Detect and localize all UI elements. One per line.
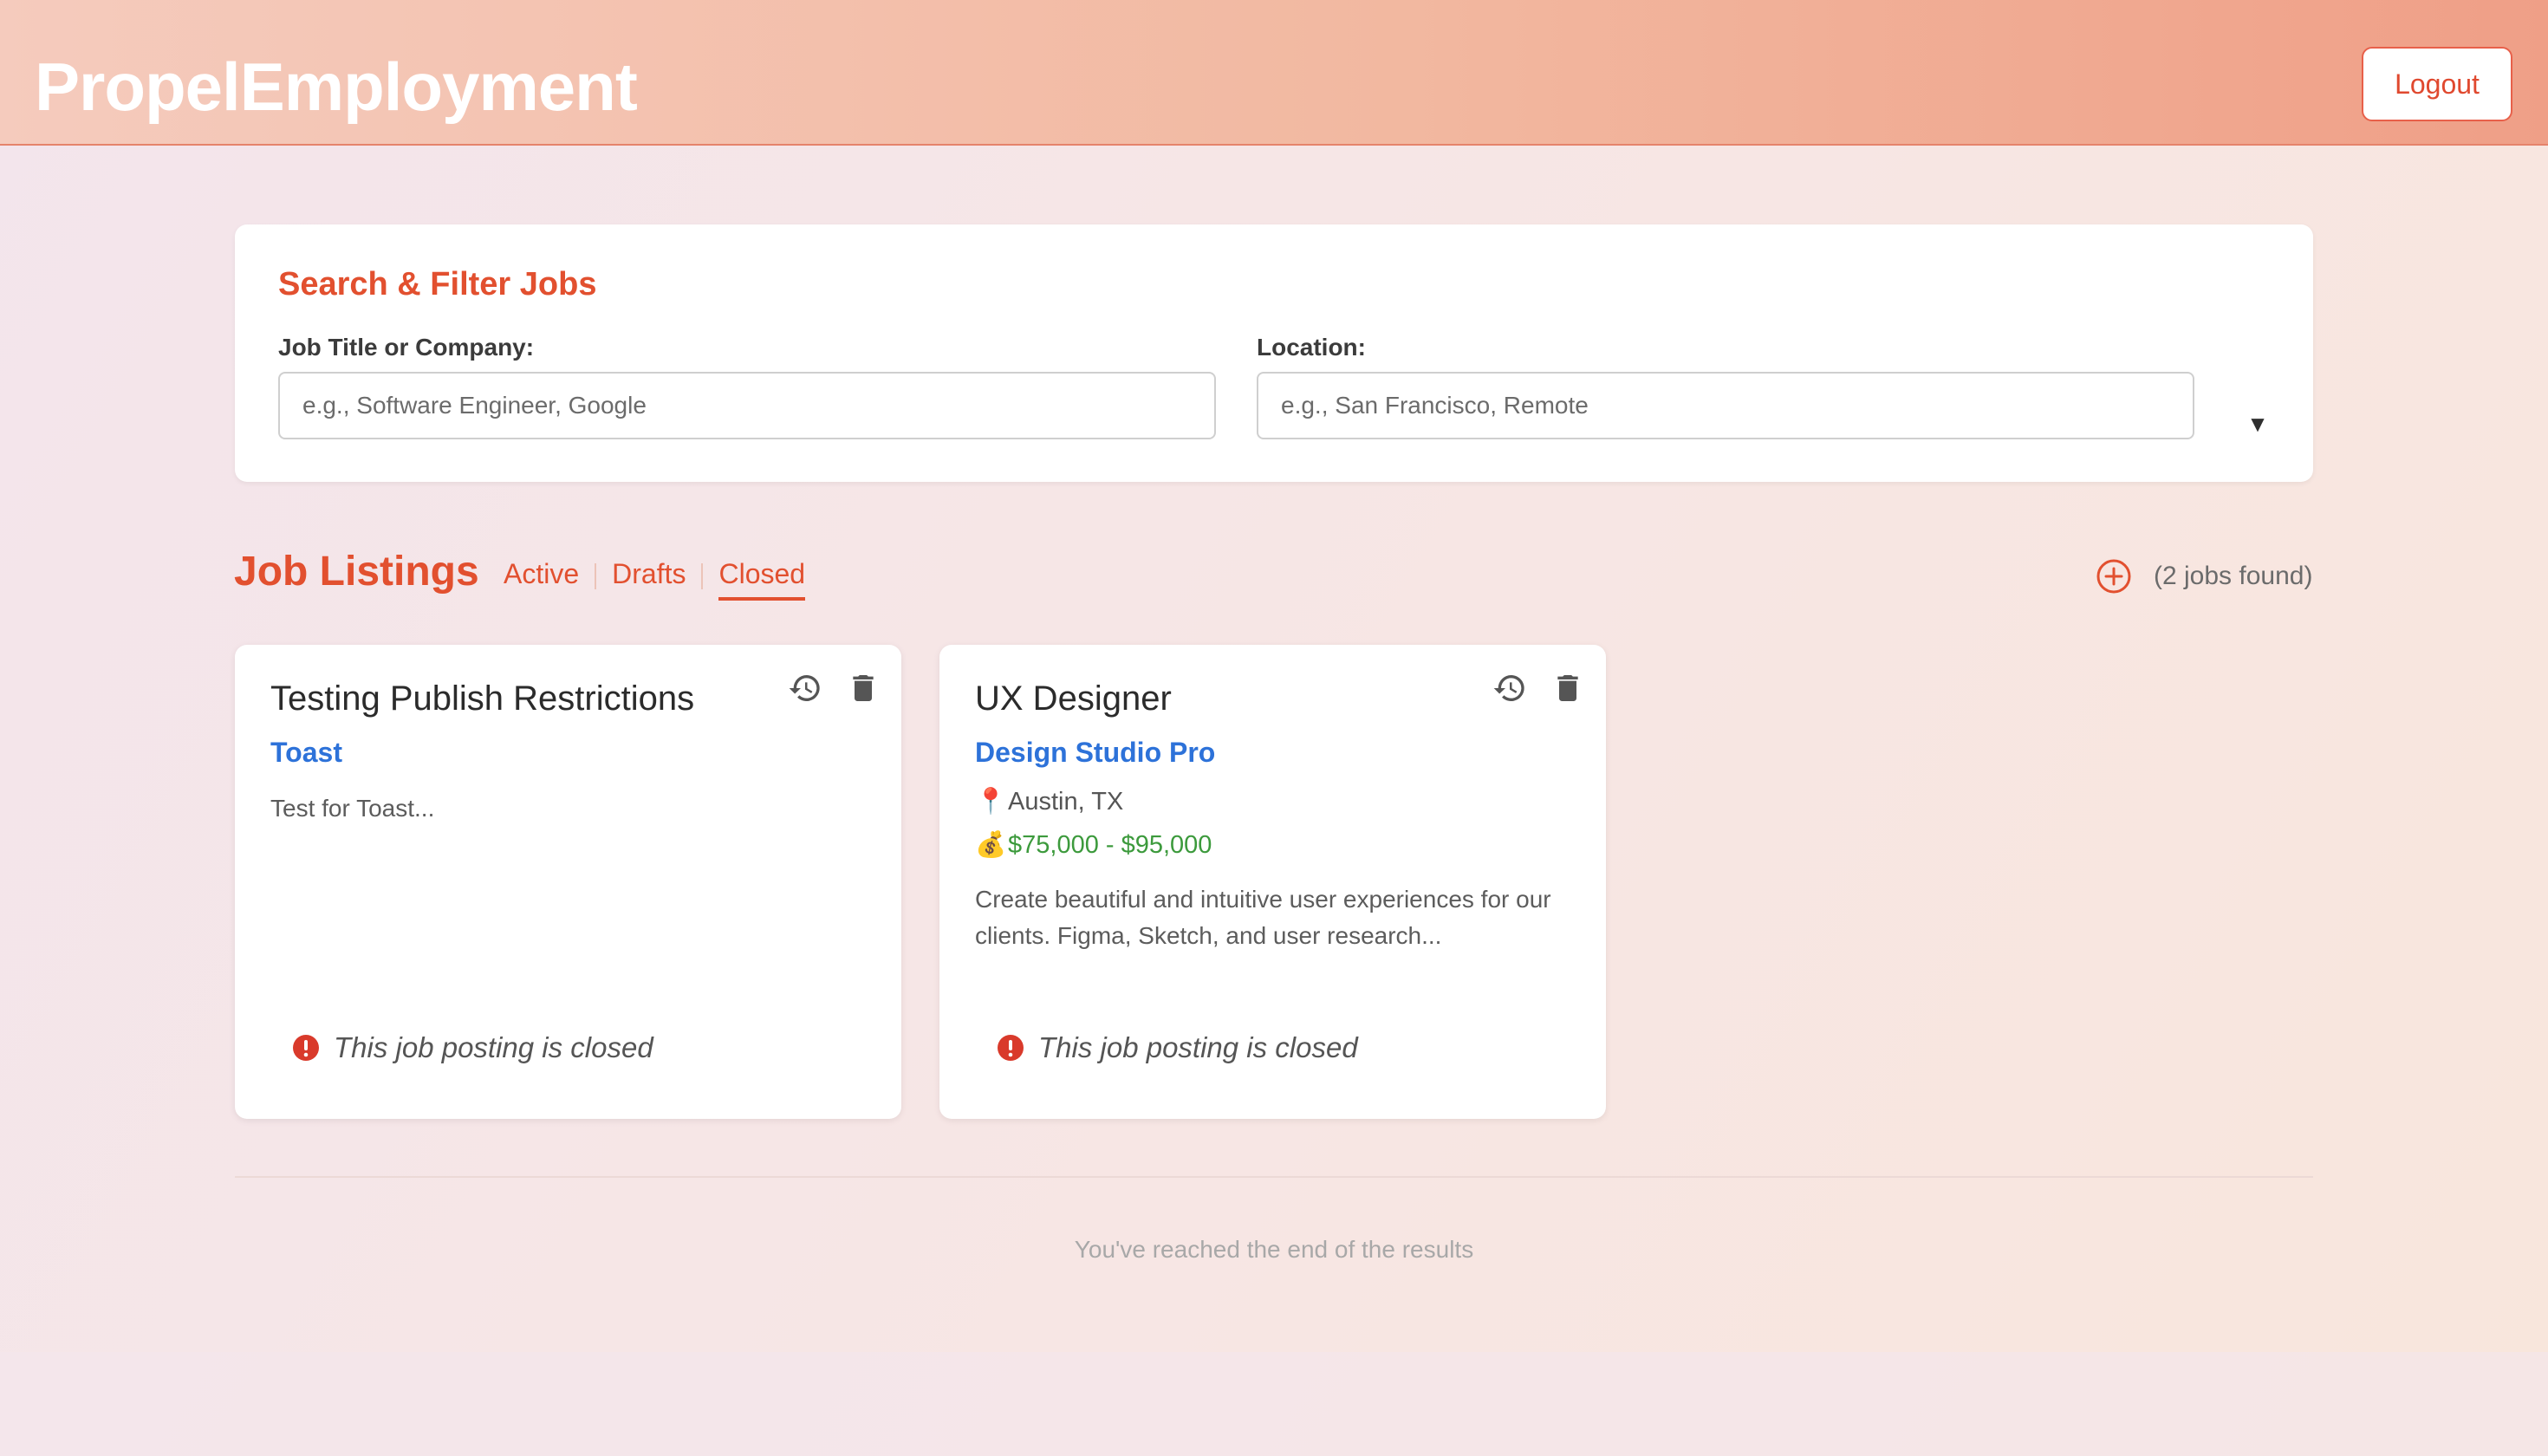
closed-status-notice: This job posting is closed: [997, 1031, 1358, 1064]
restore-history-icon[interactable]: [788, 671, 822, 705]
search-filter-panel: Search & Filter Jobs Job Title or Compan…: [235, 224, 2313, 482]
job-salary-text: $75,000 - $95,000: [1008, 830, 1212, 859]
job-card[interactable]: UX Designer Design Studio Pro 📍 Austin, …: [939, 645, 1606, 1119]
job-salary: 💰 $75,000 - $95,000: [975, 830, 1212, 860]
job-location-text: Austin, TX: [1008, 787, 1124, 816]
app-header: PropelEmployment Logout: [0, 0, 2548, 146]
delete-trash-icon[interactable]: [846, 671, 881, 705]
job-title-label: Job Title or Company:: [278, 334, 535, 361]
end-of-results-text: You've reached the end of the results: [1074, 1236, 1474, 1263]
job-listings-title: Job Listings: [234, 549, 479, 595]
job-company-link[interactable]: Toast: [270, 737, 342, 769]
job-card[interactable]: Testing Publish Restrictions Toast Test …: [235, 645, 901, 1119]
jobs-found-count: (2 jobs found): [2154, 562, 2313, 590]
delete-trash-icon[interactable]: [1550, 671, 1585, 705]
brand-logo[interactable]: PropelEmployment: [35, 45, 638, 128]
page-bottom-band: [0, 1352, 2548, 1456]
job-title[interactable]: Testing Publish Restrictions: [270, 679, 694, 718]
search-panel-title: Search & Filter Jobs: [278, 266, 597, 302]
tab-drafts[interactable]: Drafts: [612, 558, 686, 597]
tab-active[interactable]: Active: [504, 558, 579, 597]
closed-status-notice: This job posting is closed: [292, 1031, 653, 1064]
results-divider: [235, 1176, 2313, 1178]
restore-history-icon[interactable]: [1492, 671, 1527, 705]
logout-button[interactable]: Logout: [2362, 47, 2512, 121]
job-description: Test for Toast...: [270, 795, 435, 822]
location-label: Location:: [1257, 334, 1366, 361]
alert-circle-icon: [293, 1035, 319, 1061]
status-tabs: Active Drafts Closed: [504, 558, 806, 601]
location-pin-icon: 📍: [975, 788, 1007, 816]
add-job-icon[interactable]: [2096, 558, 2132, 595]
closed-status-text: This job posting is closed: [334, 1031, 653, 1063]
tab-closed[interactable]: Closed: [718, 558, 806, 601]
job-location: 📍 Austin, TX: [975, 787, 1123, 816]
job-company-link[interactable]: Design Studio Pro: [975, 737, 1215, 769]
job-title-search-input[interactable]: [278, 372, 1216, 439]
closed-status-text: This job posting is closed: [1038, 1031, 1358, 1063]
money-bag-icon: 💰: [975, 831, 1007, 859]
job-description: Create beautiful and intuitive user expe…: [975, 886, 1551, 949]
filter-expand-toggle-icon[interactable]: ▼: [2242, 408, 2273, 439]
tab-divider: [595, 563, 597, 589]
location-search-input[interactable]: [1257, 372, 2194, 439]
alert-circle-icon: [998, 1035, 1024, 1061]
job-title[interactable]: UX Designer: [975, 679, 1172, 718]
tab-divider: [701, 563, 704, 589]
